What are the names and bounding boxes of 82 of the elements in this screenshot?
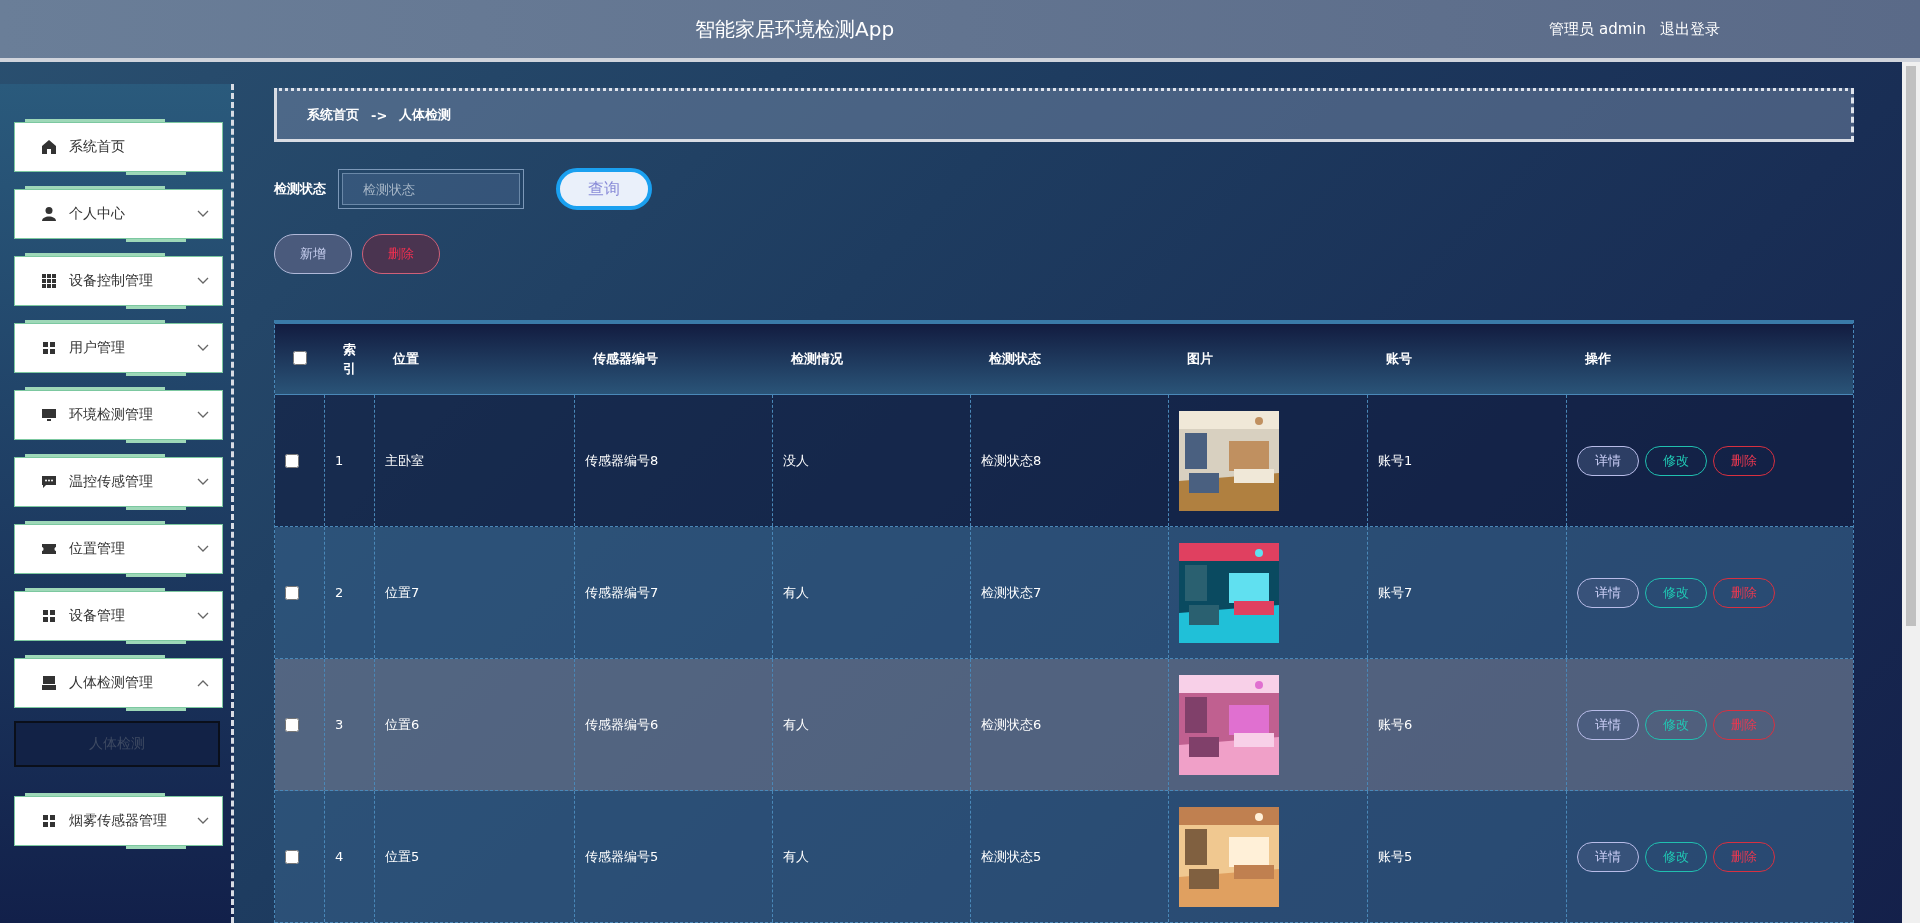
sidebar-item[interactable]: 人体检测管理 bbox=[14, 658, 223, 708]
row-checkbox[interactable] bbox=[285, 453, 299, 468]
table-cell: 账号6 bbox=[1378, 715, 1413, 734]
sidebar-item[interactable]: 烟雾传感器管理 bbox=[14, 796, 223, 846]
grid-icon bbox=[41, 273, 57, 289]
table-cell: 传感器编号8 bbox=[585, 451, 659, 470]
chevron-icon bbox=[196, 209, 210, 219]
field-label: 检测状态 bbox=[274, 180, 326, 198]
chevron-icon bbox=[196, 544, 210, 554]
details-button[interactable]: 详情 bbox=[1577, 709, 1639, 740]
table-cell: 主卧室 bbox=[385, 451, 424, 470]
table-cell: 传感器编号7 bbox=[585, 583, 659, 602]
breadcrumb-link[interactable]: 系统首页 bbox=[307, 106, 359, 124]
grid-icon bbox=[41, 608, 57, 624]
table-cell: 账号7 bbox=[1378, 583, 1413, 602]
sidebar-item[interactable]: 温控传感管理 bbox=[14, 457, 223, 507]
table-cell: 检测状态5 bbox=[981, 847, 1042, 866]
table-cell: 3 bbox=[335, 717, 344, 732]
table-cell: 有人 bbox=[783, 715, 809, 734]
sidebar-item[interactable]: 用户管理 bbox=[14, 323, 223, 373]
chat-icon bbox=[41, 474, 57, 490]
table-cell: 位置7 bbox=[385, 583, 420, 602]
table-cell: 传感器编号5 bbox=[585, 847, 659, 866]
sidebar-item[interactable]: 系统首页 bbox=[14, 122, 223, 172]
breadcrumb-separator: -> bbox=[371, 107, 388, 123]
user-label: 管理员 admin bbox=[1549, 19, 1646, 39]
delete-button[interactable]: 删除 bbox=[362, 234, 440, 274]
chevron-icon bbox=[196, 678, 210, 688]
person-icon bbox=[41, 206, 57, 222]
table-cell: 1 bbox=[335, 453, 344, 468]
column-header: 传感器编号 bbox=[591, 350, 659, 368]
add-button[interactable]: 新增 bbox=[274, 234, 352, 274]
chevron-icon bbox=[196, 477, 210, 487]
chevron-icon bbox=[196, 816, 210, 826]
table-cell: 账号5 bbox=[1378, 847, 1413, 866]
row-checkbox[interactable] bbox=[285, 717, 299, 732]
scrollbar-thumb[interactable] bbox=[1906, 66, 1916, 626]
table-cell: 没人 bbox=[783, 451, 809, 470]
tray-icon bbox=[41, 675, 57, 691]
select-all-checkbox[interactable] bbox=[293, 350, 307, 365]
row-checkbox[interactable] bbox=[285, 849, 299, 864]
table-cell: 4 bbox=[335, 849, 344, 864]
grid-icon bbox=[41, 813, 57, 829]
column-header: 位置 bbox=[391, 350, 420, 368]
table-cell: 检测状态8 bbox=[981, 451, 1042, 470]
details-button[interactable]: 详情 bbox=[1577, 577, 1639, 608]
search-field[interactable]: 检测状态 bbox=[338, 169, 524, 209]
details-button[interactable]: 详情 bbox=[1577, 445, 1639, 476]
column-header: 操作 bbox=[1584, 350, 1612, 368]
row-checkbox[interactable] bbox=[285, 585, 299, 600]
table-cell: 账号1 bbox=[1378, 451, 1413, 470]
logout-link[interactable]: 退出登录 bbox=[1660, 19, 1720, 39]
column-header: 图片 bbox=[1186, 350, 1214, 368]
search-button[interactable]: 查询 bbox=[556, 168, 652, 210]
sidebar-item[interactable]: 位置管理 bbox=[14, 524, 223, 574]
column-header: 索引 bbox=[342, 340, 356, 378]
sidebar-item[interactable]: 个人中心 bbox=[14, 189, 223, 239]
table-cell: 位置6 bbox=[385, 715, 420, 734]
grid-icon bbox=[41, 340, 57, 356]
sidebar-item[interactable]: 设备管理 bbox=[14, 591, 223, 641]
table-cell: 有人 bbox=[783, 847, 809, 866]
sidebar-item[interactable]: 设备控制管理 bbox=[14, 256, 223, 306]
table-cell: 检测状态6 bbox=[981, 715, 1042, 734]
table-cell: 有人 bbox=[783, 583, 809, 602]
column-header: 检测状态 bbox=[987, 350, 1042, 368]
table-cell: 2 bbox=[335, 585, 344, 600]
table-cell: 传感器编号6 bbox=[585, 715, 659, 734]
table-cell: 检测状态7 bbox=[981, 583, 1042, 602]
table-cell: 位置5 bbox=[385, 847, 420, 866]
chevron-icon bbox=[196, 343, 210, 353]
sidebar-item[interactable]: 环境检测管理 bbox=[14, 390, 223, 440]
app-title: 智能家居环境检测App bbox=[694, 15, 896, 43]
column-header: 检测情况 bbox=[789, 350, 844, 368]
monitor-icon bbox=[41, 407, 57, 423]
details-button[interactable]: 详情 bbox=[1577, 841, 1639, 872]
ticket-icon bbox=[41, 541, 57, 557]
breadcrumb-current: 人体检测 bbox=[399, 106, 452, 124]
chevron-icon bbox=[196, 410, 210, 420]
chevron-icon bbox=[196, 276, 210, 286]
chevron-icon bbox=[196, 611, 210, 621]
column-header: 账号 bbox=[1385, 350, 1413, 368]
home-icon bbox=[41, 139, 57, 155]
